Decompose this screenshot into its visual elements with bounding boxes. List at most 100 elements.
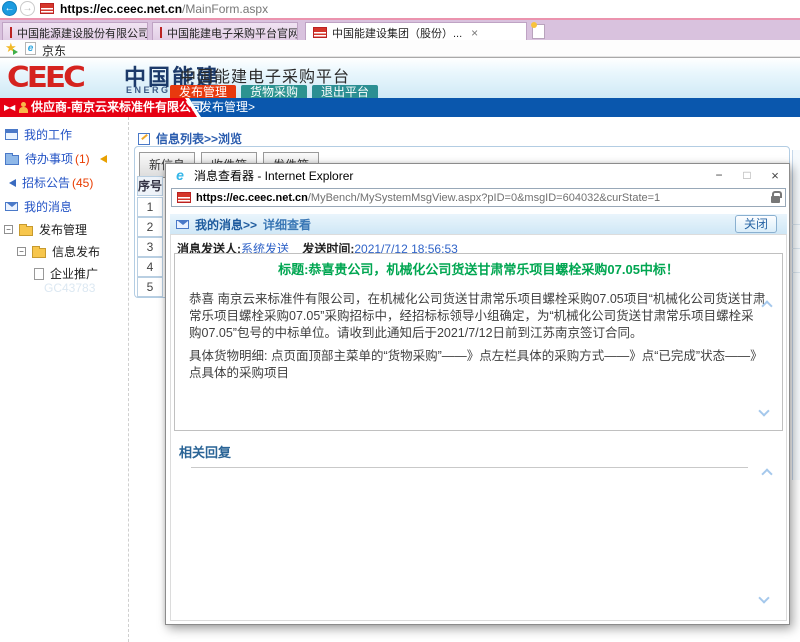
folder-icon [32, 248, 46, 258]
browser-tab-3-active[interactable]: 中国能建设集团（股份）... × [305, 22, 527, 42]
message-title: 标题:恭喜贵公司，机械化公司货送甘肃常乐项目螺栓采购07.05中标！ [185, 259, 772, 278]
favorites-star-icon[interactable]: ★ [5, 40, 17, 56]
table-row[interactable]: 3 [137, 237, 163, 257]
tree-node-publish-mgmt[interactable]: 发布管理 [4, 222, 87, 237]
sidebar-divider [128, 117, 129, 642]
forward-button[interactable]: → [20, 1, 35, 16]
message-body-box: 标题:恭喜贵公司，机械化公司货送甘肃常乐项目螺栓采购07.05中标！ 恭喜 南京… [174, 253, 783, 431]
folder-icon [5, 155, 19, 165]
sidebar-item-label: 待办事项 [25, 150, 73, 167]
browser-window: ← → https://ec.ceec.net.cn/MainForm.aspx… [0, 0, 800, 642]
ceec-favicon-icon [313, 27, 327, 38]
table-row[interactable]: 5 [137, 277, 163, 297]
window-icon [5, 129, 18, 140]
tab-label: 中国能建设集团（股份）... [332, 25, 462, 41]
envelope-icon [176, 220, 189, 229]
dialog-address-bar[interactable]: https://ec.ceec.net.cn/MyBench/MySystemM… [171, 188, 786, 207]
table-right-edge [792, 150, 800, 480]
tree-node-info-publish[interactable]: 信息发布 [17, 244, 100, 259]
address-bar[interactable]: https://ec.ceec.net.cn/MainForm.aspx [60, 2, 268, 16]
content-breadcrumb: 信息列表>>浏览 [138, 131, 242, 146]
message-body-paragraph: 具体货物明细: 点页面顶部主菜单的“货物采购”——》点左栏具体的采购方式——》点… [189, 348, 766, 382]
table-grid-line [792, 224, 800, 225]
content-breadcrumb-label: 信息列表>>浏览 [156, 130, 242, 147]
supplier-name: 供应商-南京云来标准件有限公司 [31, 98, 203, 117]
message-viewer-dialog: 消息查看器 - Internet Explorer − □ × https://… [165, 163, 790, 625]
tree-node-enterprise-promo[interactable]: 企业推广 [34, 266, 98, 281]
ceec-favicon-icon [160, 27, 162, 38]
message-section-title: 我的消息>> [195, 216, 257, 233]
table-row[interactable]: 1 [137, 197, 163, 217]
supplier-banner: 供应商-南京云来标准件有限公司 发布管理> [0, 98, 800, 117]
marquee-icon [4, 98, 14, 117]
list-icon [138, 133, 150, 145]
collapse-icon[interactable] [4, 225, 13, 234]
user-icon [19, 102, 28, 113]
reply-divider [191, 467, 748, 468]
sidebar-item-my-work[interactable]: 我的工作 [5, 127, 72, 142]
table-grid-line [792, 248, 800, 249]
collapse-icon[interactable] [17, 247, 26, 256]
dialog-url-path: /MyBench/MySystemMsgView.aspx?pID=0&msgI… [308, 192, 660, 204]
back-button[interactable]: ← [2, 1, 17, 16]
ceec-favicon-icon [10, 27, 12, 38]
reply-section-title: 相关回复 [179, 442, 231, 461]
dialog-url-domain: https://ec.ceec.net.cn [196, 192, 308, 204]
table-row[interactable]: 2 [137, 217, 163, 237]
page-icon [34, 268, 44, 280]
browser-tab-1[interactable]: 中国能源建设股份有限公司 [2, 22, 148, 42]
message-section-subtitle: 详细查看 [263, 216, 311, 233]
speaker-icon [5, 179, 16, 187]
message-body-paragraph: 恭喜 南京云来标准件有限公司，在机械化公司货送甘肃常乐项目螺栓采购07.05项目… [189, 291, 766, 342]
tree-node-label: 发布管理 [39, 221, 87, 238]
sidebar-item-tender-notice[interactable]: 招标公告 (45) [5, 175, 93, 190]
todo-count-badge: (1) [75, 152, 90, 166]
banner-breadcrumb: 发布管理> [200, 98, 255, 117]
table-row[interactable]: 4 [137, 257, 163, 277]
tree-node-label: 信息发布 [52, 243, 100, 260]
nav-tab-goods[interactable]: 货物采购 [241, 85, 307, 99]
ceec-favicon-icon [40, 3, 54, 14]
nav-tab-exit[interactable]: 退出平台 [312, 85, 378, 99]
message-header-strip: 我的消息>> 详细查看 [170, 214, 787, 235]
address-path: /MainForm.aspx [182, 2, 268, 16]
dialog-title-bar[interactable]: 消息查看器 - Internet Explorer − □ × [166, 164, 789, 187]
ceec-favicon-icon [177, 192, 191, 203]
ceec-logo: CEEC [7, 61, 83, 94]
dialog-window-controls: − □ × [705, 164, 789, 187]
tab-close-icon[interactable]: × [471, 26, 478, 40]
favorites-bar: ★ 京东 [0, 40, 800, 57]
tab-label: 中国能源建设股份有限公司 [17, 25, 148, 41]
sidebar-item-todo[interactable]: 待办事项 (1) [5, 151, 107, 166]
sidebar-item-my-messages[interactable]: 我的消息 [5, 199, 72, 214]
table-header-index: 序号 [137, 176, 163, 196]
table-grid-line [792, 272, 800, 273]
site-title: 中国能建电子采购平台 [180, 63, 350, 87]
sidebar-item-label: 招标公告 [22, 174, 70, 191]
horn-icon [96, 155, 107, 163]
maximize-icon[interactable]: □ [733, 164, 761, 187]
sidebar-item-label: 我的消息 [24, 198, 72, 215]
minimize-icon[interactable]: − [705, 164, 733, 187]
main-nav: 发布管理 货物采购 退出平台 [170, 85, 378, 99]
ie-page-icon [25, 42, 36, 55]
ie-icon [173, 169, 187, 183]
address-domain: https://ec.ceec.net.cn [60, 2, 182, 16]
notice-count-badge: (45) [72, 176, 93, 190]
browser-tab-2[interactable]: 中国能建电子采购平台官网 [152, 22, 298, 42]
lock-icon [771, 196, 780, 203]
new-tab-button[interactable] [532, 24, 545, 39]
nav-tab-publish[interactable]: 发布管理 [170, 85, 236, 99]
browser-tab-bar: 中国能源建设股份有限公司 中国能建电子采购平台官网 中国能建设集团（股份）...… [0, 18, 800, 40]
address-bar-row: ← → https://ec.ceec.net.cn/MainForm.aspx [0, 0, 800, 18]
folder-icon [19, 226, 33, 236]
site-header: CEEC 中国能建 ENERGY CHINA 中国能建电子采购平台 发布管理 货… [0, 57, 800, 98]
tab-label: 中国能建电子采购平台官网 [167, 25, 298, 41]
close-button[interactable]: 关闭 [735, 215, 777, 233]
sidebar-item-label: 我的工作 [24, 126, 72, 143]
watermark: GC43783 [44, 281, 95, 295]
close-icon[interactable]: × [761, 164, 789, 187]
dialog-url: https://ec.ceec.net.cn/MyBench/MySystemM… [196, 192, 766, 204]
dialog-title: 消息查看器 - Internet Explorer [194, 167, 353, 184]
envelope-icon [5, 202, 18, 211]
